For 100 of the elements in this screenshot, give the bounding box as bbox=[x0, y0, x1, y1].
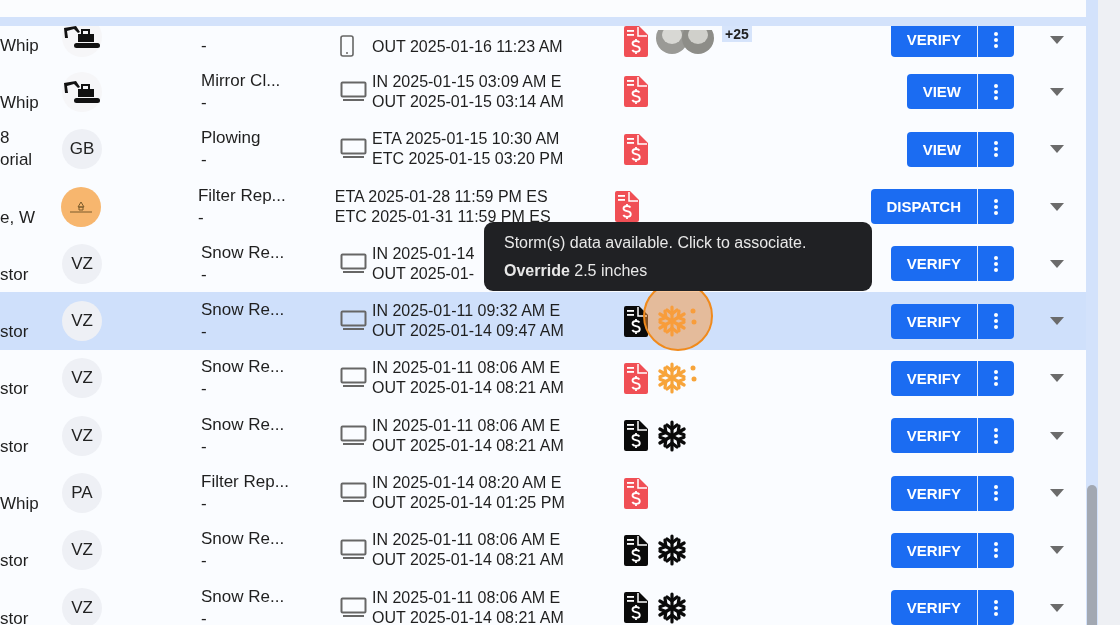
more-icon bbox=[994, 198, 998, 215]
service-name: Snow Re... bbox=[201, 528, 286, 551]
customer-text: stor bbox=[0, 321, 30, 344]
more-button[interactable] bbox=[978, 360, 1014, 396]
time-text: OUT 2025-01-14 08:21 AM bbox=[372, 550, 564, 571]
invoice-icon[interactable] bbox=[624, 305, 648, 337]
avatar: VZ bbox=[62, 530, 102, 571]
service-name: Filter Rep... bbox=[197, 184, 287, 207]
customer-text: Whip bbox=[0, 91, 40, 114]
service-name: Plowing bbox=[201, 127, 262, 150]
expand-caret-icon[interactable] bbox=[1050, 87, 1064, 96]
invoice-icon[interactable] bbox=[624, 592, 648, 624]
action-button[interactable]: VERIFY bbox=[890, 590, 978, 625]
expand-caret-icon[interactable] bbox=[1050, 202, 1064, 211]
more-icon bbox=[994, 83, 998, 100]
service-detail: - bbox=[201, 263, 208, 286]
service-name: Snow Re... bbox=[201, 356, 286, 379]
more-icon bbox=[994, 427, 998, 444]
action-button[interactable]: VERIFY bbox=[890, 26, 978, 58]
more-icon bbox=[994, 599, 998, 616]
avatar: PA bbox=[62, 473, 102, 513]
invoice-icon[interactable] bbox=[624, 420, 648, 452]
snowflake-icon[interactable] bbox=[656, 419, 688, 452]
service-detail: - bbox=[201, 35, 208, 58]
time-text: ETA 2025-01-28 11:59 PM ES bbox=[334, 186, 548, 207]
service-name: Snow Re... bbox=[201, 241, 286, 264]
expand-caret-icon[interactable] bbox=[1050, 317, 1064, 326]
more-icon bbox=[994, 542, 998, 559]
more-button[interactable] bbox=[978, 590, 1014, 625]
more-icon bbox=[994, 141, 998, 158]
service-detail: - bbox=[201, 91, 208, 114]
snowflake-icon[interactable] bbox=[656, 534, 688, 567]
customer-text: stor bbox=[0, 607, 30, 625]
action-button[interactable]: VERIFY bbox=[890, 532, 978, 568]
time-text: OUT 2025-01-14 08:21 AM bbox=[372, 378, 564, 399]
more-button[interactable] bbox=[978, 532, 1014, 568]
snowflake-icon[interactable] bbox=[656, 591, 688, 624]
more-button[interactable] bbox=[978, 26, 1014, 58]
action-button[interactable]: VIEW bbox=[906, 131, 978, 167]
expand-caret-icon[interactable] bbox=[1050, 259, 1064, 268]
expand-caret-icon[interactable] bbox=[1050, 431, 1064, 440]
action-button[interactable]: VIEW bbox=[906, 74, 978, 110]
more-icon bbox=[994, 485, 998, 501]
expand-caret-icon[interactable] bbox=[1050, 374, 1064, 383]
more-icon bbox=[994, 255, 998, 272]
time-text: OUT 2025-01- bbox=[372, 263, 474, 284]
action-button[interactable]: DISPATCH bbox=[870, 189, 978, 225]
expand-caret-icon[interactable] bbox=[1050, 546, 1064, 555]
customer-text: orial bbox=[0, 149, 34, 172]
customer-text: Whip bbox=[0, 35, 40, 58]
action-button[interactable]: VERIFY bbox=[890, 246, 978, 282]
more-button[interactable] bbox=[978, 303, 1014, 339]
more-button[interactable] bbox=[978, 475, 1014, 511]
time-text: OUT 2025-01-15 03:14 AM bbox=[372, 91, 564, 112]
time-text: IN 2025-01-14 08:20 AM E bbox=[372, 473, 562, 493]
time-text: IN 2025-01-11 08:06 AM E bbox=[372, 358, 561, 379]
customer-text: 8 bbox=[0, 127, 11, 150]
action-button[interactable]: VERIFY bbox=[890, 303, 978, 339]
more-button[interactable] bbox=[978, 131, 1014, 167]
action-button[interactable]: VERIFY bbox=[890, 360, 978, 396]
selected-row[interactable]: stor VZ Snow Re... - IN 2025-01-11 09:32 AM E OUT 2025-01-14 09:47 AM VERIFY bbox=[0, 292, 1086, 350]
expand-caret-icon[interactable] bbox=[1050, 35, 1064, 44]
avatar: VZ bbox=[62, 301, 102, 342]
avatar: GB bbox=[62, 129, 102, 170]
time-text: IN 2025-01-11 08:06 AM E bbox=[372, 587, 561, 608]
avatar: VZ bbox=[62, 587, 102, 625]
time-text: OUT 2025-01-14 08:21 AM bbox=[372, 435, 564, 456]
customer-text: stor bbox=[0, 435, 30, 458]
more-button[interactable] bbox=[978, 418, 1014, 454]
time-text: OUT 2025-01-14 08:21 AM bbox=[372, 607, 564, 625]
time-text: OUT 2025-01-14 01:25 PM bbox=[372, 493, 565, 513]
customer-text: Whip bbox=[0, 493, 40, 515]
invoice-icon[interactable] bbox=[614, 191, 639, 223]
customer-text: stor bbox=[0, 550, 30, 573]
service-detail: - bbox=[201, 378, 208, 401]
more-button[interactable] bbox=[978, 189, 1014, 225]
time-text: IN 2025-01-11 09:32 AM E bbox=[372, 301, 561, 322]
expand-caret-icon[interactable] bbox=[1050, 489, 1064, 497]
more-icon bbox=[994, 31, 998, 48]
more-button[interactable] bbox=[978, 74, 1014, 110]
service-detail: - bbox=[197, 206, 205, 229]
scrollbar-thumb[interactable] bbox=[1087, 485, 1097, 625]
service-name: Mirror Cl... bbox=[201, 69, 282, 92]
action-button[interactable]: VERIFY bbox=[890, 418, 978, 454]
service-detail: - bbox=[201, 435, 208, 458]
avatar: VZ bbox=[62, 243, 102, 284]
service-name: Filter Rep... bbox=[201, 471, 290, 493]
service-detail: - bbox=[201, 149, 208, 172]
more-button[interactable] bbox=[978, 246, 1014, 282]
time-text: IN 2025-01-11 08:06 AM E bbox=[372, 530, 561, 551]
expand-caret-icon[interactable] bbox=[1050, 603, 1064, 612]
time-text: OUT 2025-01-16 11:23 AM bbox=[372, 37, 563, 58]
invoice-icon[interactable] bbox=[624, 534, 648, 566]
more-icon bbox=[994, 313, 998, 330]
action-button[interactable]: VERIFY bbox=[890, 475, 978, 511]
customer-text: e, W bbox=[0, 206, 36, 229]
time-text: IN 2025-01-15 03:09 AM E bbox=[372, 71, 562, 92]
expand-caret-icon[interactable] bbox=[1050, 145, 1064, 154]
avatar: VZ bbox=[62, 358, 102, 399]
excavator-icon bbox=[62, 78, 102, 105]
